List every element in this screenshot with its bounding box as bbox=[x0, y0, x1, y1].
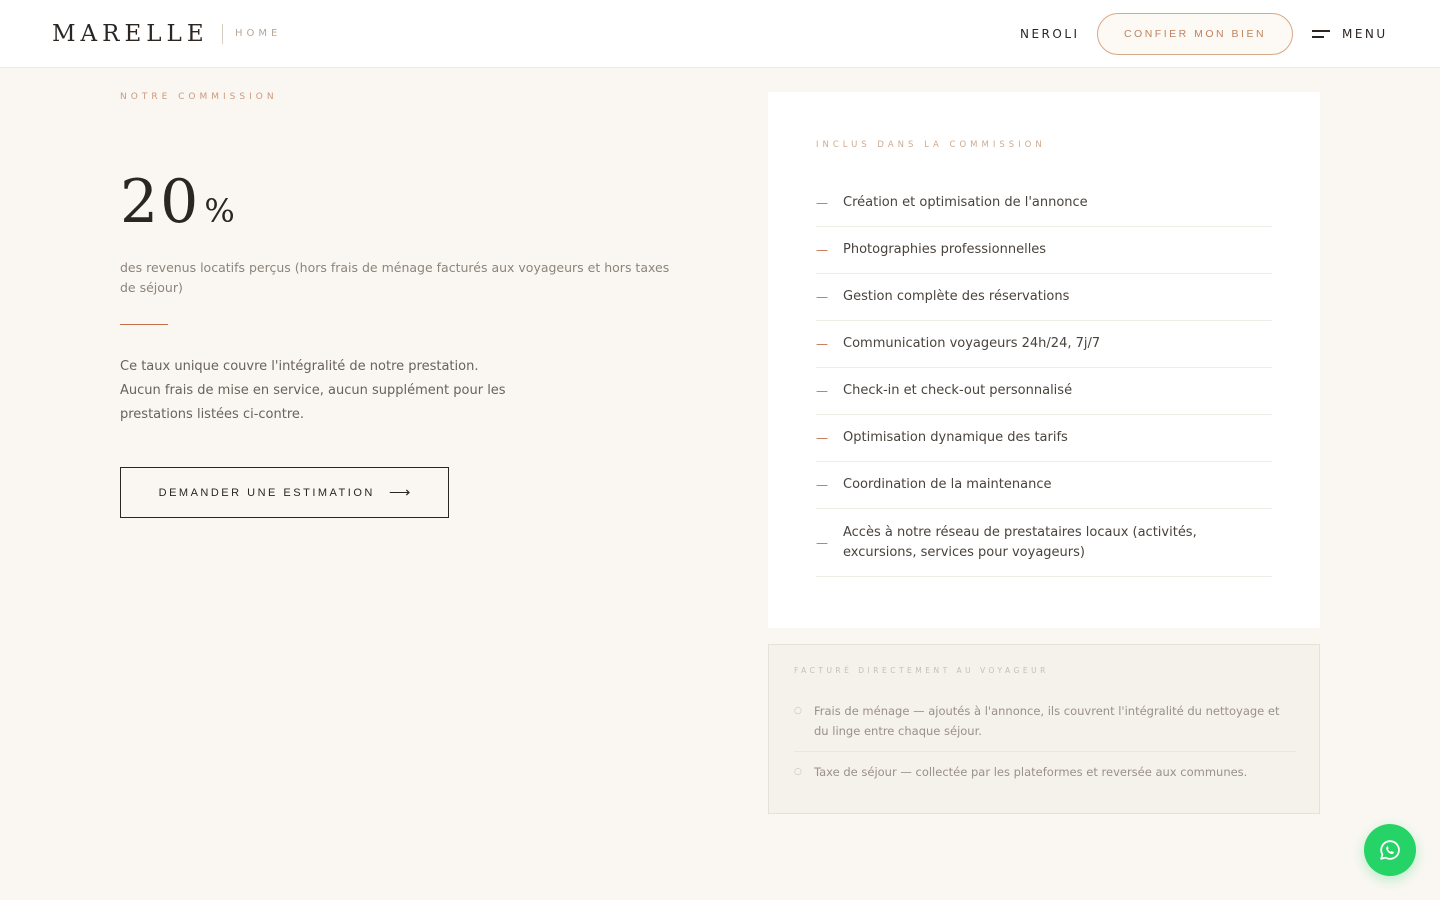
billed-to-guest-card: FACTURÉ DIRECTEMENT AU VOYAGEUR ○ Frais d… bbox=[768, 644, 1320, 814]
commission-body-text: Ce taux unique couvre l'intégralité de n… bbox=[120, 359, 506, 422]
accent-divider bbox=[120, 324, 168, 325]
circle-bullet-icon: ○ bbox=[794, 706, 802, 716]
section-eyebrow: NOTRE COMMISSION bbox=[120, 92, 278, 102]
list-item-text: Photographies professionnelles bbox=[843, 242, 1047, 257]
whatsapp-button[interactable] bbox=[1364, 824, 1416, 876]
list-item-text: Accès à notre réseau de prestataires loc… bbox=[843, 524, 1197, 560]
included-list: — Création et optimisation de l'annonce —… bbox=[816, 180, 1272, 577]
list-item: — Optimisation dynamique des tarifs bbox=[816, 415, 1272, 462]
request-estimate-label: DEMANDER UNE ESTIMATION bbox=[158, 486, 375, 499]
commission-rate: 20% bbox=[120, 162, 235, 257]
whatsapp-icon bbox=[1380, 840, 1400, 860]
dash-bullet: — bbox=[816, 337, 828, 351]
circle-bullet-icon: ○ bbox=[794, 767, 802, 777]
billed-eyebrow: FACTURÉ DIRECTEMENT AU VOYAGEUR bbox=[794, 666, 1049, 675]
dash-bullet: — bbox=[816, 290, 828, 304]
billed-list: ○ Frais de ménage — ajoutés à l'annonce, … bbox=[794, 695, 1296, 792]
menu-icon bbox=[1312, 29, 1330, 39]
list-item: — Check-in et check-out personnalisé bbox=[816, 368, 1272, 415]
list-item: — Coordination de la maintenance bbox=[816, 462, 1272, 509]
list-item: — Communication voyageurs 24h/24, 7j/7 bbox=[816, 321, 1272, 368]
rate-description: des revenus locatifs perçus (hors frais … bbox=[120, 260, 670, 295]
nav-link-neroli[interactable]: NEROLI bbox=[1020, 27, 1080, 41]
list-item: ○ Frais de ménage — ajoutés à l'annonce, … bbox=[794, 695, 1296, 752]
brand-logo[interactable]: MARELLE bbox=[52, 21, 209, 47]
included-eyebrow: INCLUS DANS LA COMMISSION bbox=[816, 140, 1046, 150]
list-item-text: Optimisation dynamique des tarifs bbox=[843, 430, 1068, 445]
dash-bullet: — bbox=[816, 196, 828, 210]
dash-bullet: — bbox=[816, 535, 828, 550]
rate-value: 20 bbox=[120, 167, 201, 237]
menu-label: MENU bbox=[1342, 27, 1388, 41]
menu-button[interactable]: MENU bbox=[1312, 24, 1388, 44]
site-header: MARELLE HOME NEROLI CONFIER MON BIEN MEN… bbox=[0, 0, 1440, 68]
list-item-text: Création et optimisation de l'annonce bbox=[843, 195, 1088, 210]
dash-bullet: — bbox=[816, 384, 828, 398]
arrow-right-icon: ⟶ bbox=[388, 483, 411, 501]
list-item-text: Coordination de la maintenance bbox=[843, 477, 1052, 492]
list-item-text: Communication voyageurs 24h/24, 7j/7 bbox=[843, 336, 1101, 351]
list-item: ○ Taxe de séjour — collectée par les plat… bbox=[794, 752, 1296, 792]
included-card: INCLUS DANS LA COMMISSION — Création et o… bbox=[768, 92, 1320, 628]
list-item: — Accès à notre réseau de prestataires lo… bbox=[816, 509, 1272, 577]
rate-unit: % bbox=[204, 192, 235, 230]
list-item-text: Frais de ménage — ajoutés à l'annonce, i… bbox=[814, 704, 1280, 738]
dash-bullet: — bbox=[816, 243, 828, 257]
list-item-text: Taxe de séjour — collectée par les plate… bbox=[814, 765, 1248, 779]
logo-divider bbox=[222, 24, 223, 44]
list-item: — Photographies professionnelles bbox=[816, 227, 1272, 274]
request-estimate-button[interactable]: DEMANDER UNE ESTIMATION ⟶ bbox=[120, 467, 449, 518]
list-item-text: Check-in et check-out personnalisé bbox=[843, 383, 1073, 398]
list-item: — Création et optimisation de l'annonce bbox=[816, 180, 1272, 227]
dash-bullet: — bbox=[816, 478, 828, 492]
list-item-text: Gestion complète des réservations bbox=[843, 289, 1070, 304]
dash-bullet: — bbox=[816, 431, 828, 445]
confier-mon-bien-button[interactable]: CONFIER MON BIEN bbox=[1097, 13, 1293, 55]
list-item: — Gestion complète des réservations bbox=[816, 274, 1272, 321]
brand-subtitle: HOME bbox=[235, 28, 282, 39]
